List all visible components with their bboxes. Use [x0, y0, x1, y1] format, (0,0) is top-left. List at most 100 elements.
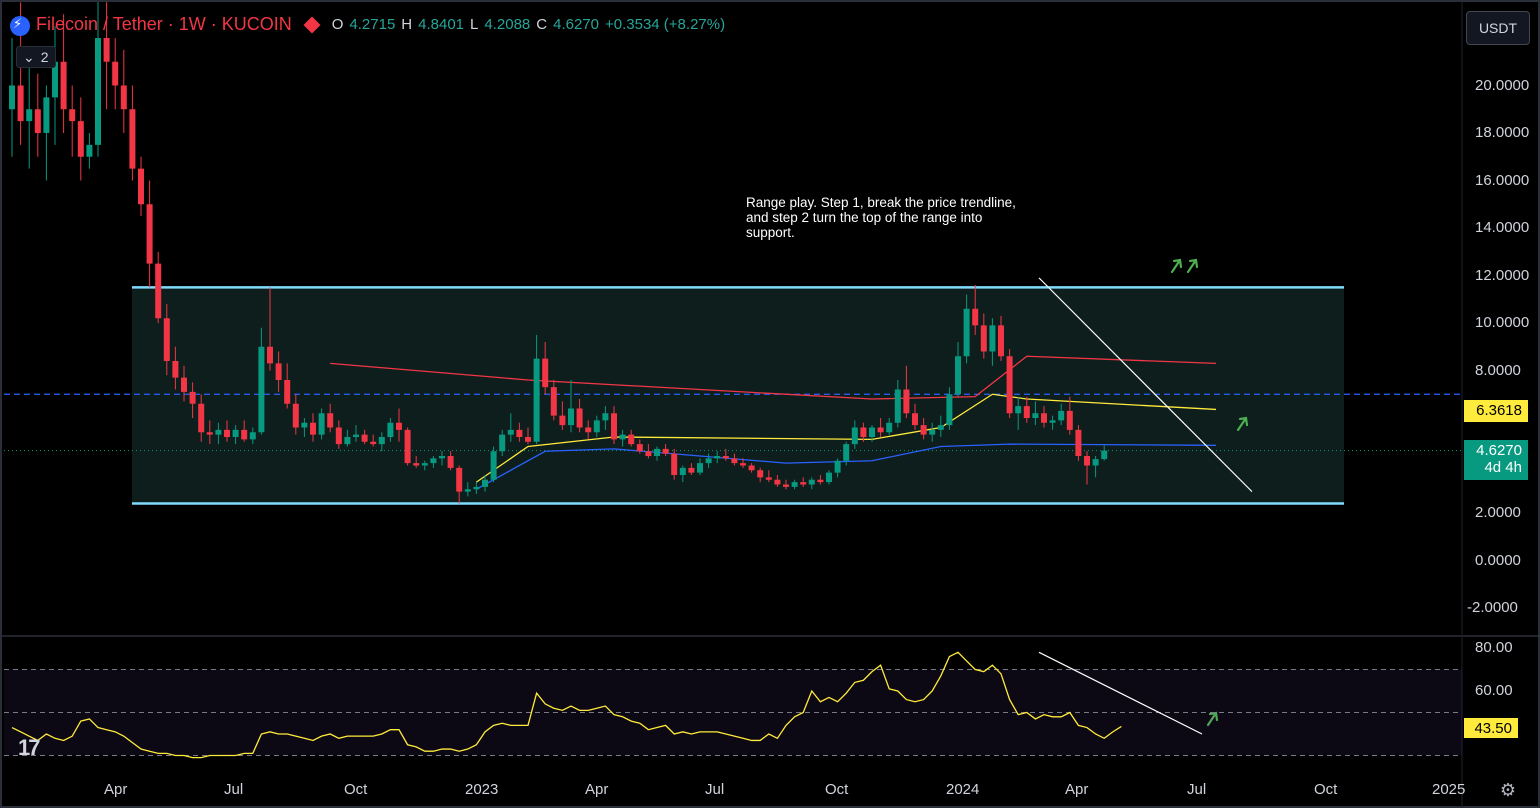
candle-body [1058, 410, 1065, 421]
candle-body [636, 444, 643, 452]
time-axis-label: 2024 [946, 781, 980, 798]
candle-body [1075, 429, 1082, 456]
candle-body [301, 422, 308, 428]
candle-body [593, 420, 600, 433]
gear-icon[interactable]: ⚙ [1500, 780, 1516, 801]
time-axis-label: 2023 [465, 781, 499, 798]
candle-body [628, 434, 635, 445]
candle-body [998, 325, 1004, 357]
candle-body [989, 325, 996, 352]
candle-body [77, 121, 84, 157]
candle-body [335, 427, 342, 445]
candle-body [206, 432, 213, 435]
price-chart[interactable] [2, 2, 1540, 808]
candle-body [120, 85, 127, 110]
candle-body [404, 429, 411, 464]
candle-body [318, 413, 325, 435]
symbol-legend[interactable]: Filecoin / Tether · 1W · KUCOIN O 4.2715 … [10, 14, 725, 36]
indicators-toggle-button[interactable]: ⌄ 2 [16, 46, 56, 68]
candle-body [533, 358, 540, 442]
candle-body [1101, 450, 1108, 460]
candle-body [955, 356, 961, 395]
candle-body [284, 380, 291, 404]
candle-body [267, 346, 273, 364]
chevron-down-icon: ⌄ [23, 49, 35, 65]
candle-body [241, 429, 248, 440]
candle-body [310, 422, 316, 435]
candle-body [929, 429, 936, 435]
candle-body [439, 456, 445, 459]
candle-body [559, 415, 566, 426]
time-axis-label: Apr [104, 781, 128, 798]
candle-body [800, 482, 807, 485]
candle-body [516, 429, 523, 437]
candle-body [679, 467, 686, 475]
candle-body [490, 451, 497, 480]
candle-body [499, 434, 506, 452]
candle-body [980, 325, 987, 352]
price-axis-label: 2.0000 [1475, 504, 1521, 521]
chart-note[interactable]: Range play. Step 1, break the price tren… [746, 195, 1016, 240]
candle-body [731, 458, 738, 464]
candle-body [576, 408, 583, 428]
close-label: C [536, 16, 548, 33]
high-label: H [401, 16, 413, 33]
low-label: L [470, 16, 479, 33]
candle-body [688, 467, 695, 473]
candle-body [817, 479, 824, 483]
candle-body [903, 389, 910, 414]
close-value: 4.6270 [553, 16, 599, 33]
candle-body [834, 460, 841, 473]
chart-window: Filecoin / Tether · 1W · KUCOIN O 4.2715 … [0, 0, 1540, 808]
symbol-title[interactable]: Filecoin / Tether · 1W · KUCOIN [36, 14, 292, 35]
candle-body [155, 263, 162, 319]
avg-price-tag: 6.3618 [1464, 400, 1528, 422]
tradingview-logo[interactable]: 17 [18, 735, 41, 761]
time-axis-label: Jul [224, 781, 244, 798]
candle-body [396, 422, 402, 430]
candle-body [869, 427, 875, 437]
candle-body [464, 489, 471, 492]
candle-body [740, 463, 746, 466]
price-axis-label: 14.0000 [1475, 219, 1530, 236]
time-axis-label: Apr [585, 781, 609, 798]
candle-body [456, 467, 463, 492]
last-price-value: 4.6270 [1476, 442, 1522, 459]
candle-body [258, 346, 265, 433]
candle-body [189, 391, 196, 404]
open-label: O [331, 16, 344, 33]
candle-body [447, 456, 454, 468]
candle-body [568, 408, 574, 426]
candle-body [1092, 459, 1099, 466]
candle-body [972, 308, 979, 326]
candle-body [43, 97, 50, 133]
up-arrow-icon [1186, 258, 1199, 274]
candle-body [1006, 356, 1013, 414]
candle-body [370, 441, 377, 445]
candle-body [774, 479, 781, 485]
candle-body [714, 456, 721, 459]
price-axis-label: 0.0000 [1475, 551, 1521, 569]
candle-body [224, 429, 230, 437]
price-axis-label: 18.0000 [1475, 124, 1530, 141]
candle-body [791, 482, 798, 487]
time-axis-label: Oct [825, 781, 849, 798]
flag-icon[interactable] [303, 16, 321, 33]
candle-body [1015, 406, 1022, 414]
candle-body [542, 358, 549, 388]
candle-body [387, 422, 394, 437]
time-axis-label: Jul [705, 781, 725, 798]
low-value: 4.2088 [484, 16, 531, 33]
open-value: 4.2715 [349, 16, 396, 33]
candle-body [662, 448, 669, 454]
candle-body [920, 425, 927, 435]
candle-body [1032, 413, 1039, 418]
candle-body [421, 463, 428, 466]
candle-body [103, 38, 110, 62]
candle-body [292, 403, 299, 428]
candle-body [249, 432, 256, 440]
candle-body [9, 85, 15, 110]
ohlc-readout: O 4.2715 H 4.8401 L 4.2088 C 4.6270 +0.3534 … [332, 16, 725, 33]
currency-button[interactable]: USDT [1466, 11, 1530, 45]
candle-body [894, 389, 901, 423]
